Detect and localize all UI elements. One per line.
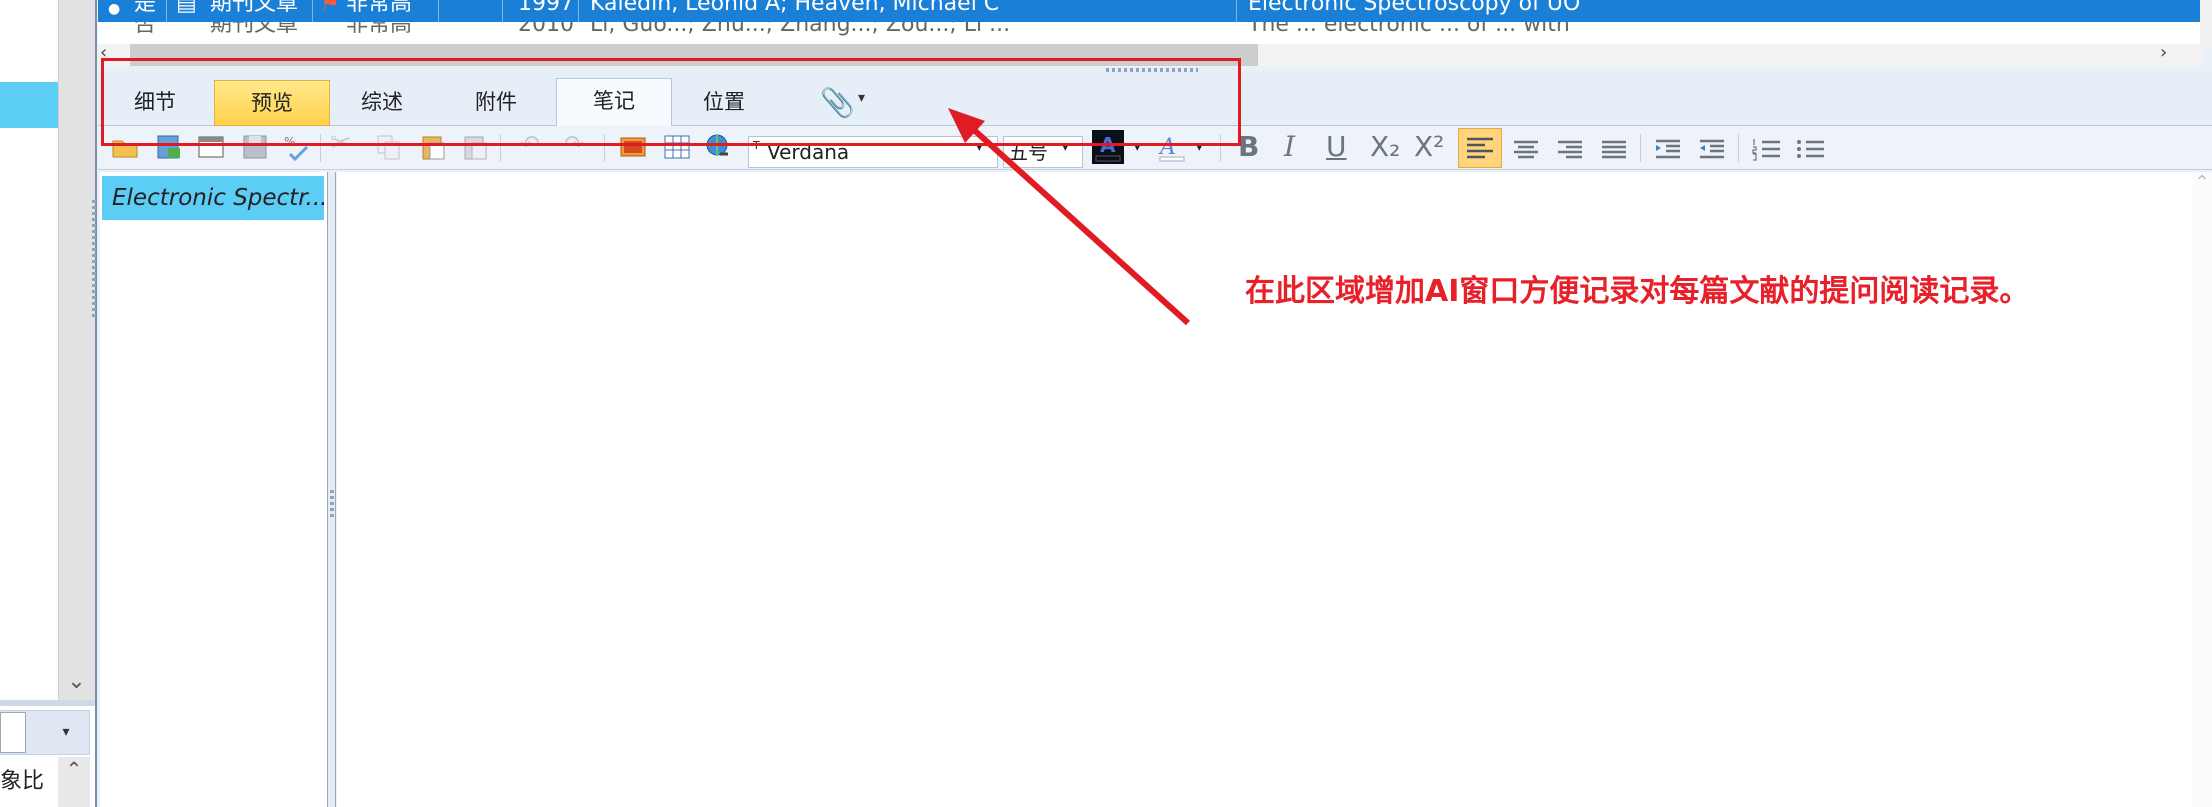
scroll-up-icon[interactable]: ⌃	[58, 757, 90, 807]
cell-authors: Li, Guo...; Zhu...; Zhang...; Zou...; Li…	[590, 22, 1011, 37]
superscript-button[interactable]: X²	[1414, 130, 1444, 163]
indent-icon[interactable]	[1650, 132, 1686, 166]
bullet-icon: ●	[108, 1, 121, 17]
splitter-grip[interactable]	[92, 200, 96, 320]
cell-year: 1997	[518, 0, 574, 16]
align-left-icon	[1467, 137, 1493, 159]
underline-button[interactable]: U	[1326, 130, 1347, 163]
dropdown-arrow-icon[interactable]: ▾	[56, 712, 76, 752]
scroll-right-icon[interactable]: ›	[2160, 42, 2180, 64]
cell-rating: 非常高	[346, 22, 413, 37]
left-footer-label: 象比	[0, 769, 45, 794]
numbered-list-icon[interactable]	[1748, 132, 1784, 166]
cell-type: 期刊文章	[210, 22, 299, 37]
bold-button[interactable]: B	[1238, 130, 1259, 163]
cell-title: Electronic Spectroscopy of UO	[1248, 0, 1581, 16]
left-vertical-scrollbar[interactable]	[58, 0, 95, 700]
left-combo-input[interactable]	[0, 712, 26, 753]
left-selected-item[interactable]	[0, 82, 58, 128]
cell-type: 期刊文章	[210, 0, 299, 16]
align-right-icon[interactable]	[1552, 132, 1588, 166]
list-vertical-scrollbar[interactable]	[2200, 0, 2212, 48]
italic-button[interactable]: I	[1284, 130, 1295, 163]
scroll-down-icon[interactable]: ⌄	[58, 664, 95, 700]
bulleted-list-icon[interactable]	[1792, 132, 1828, 166]
cell-title: The ... electronic ... of ... with	[1248, 22, 1570, 37]
table-row-selected[interactable]: ● 是 ▤ 期刊文章 ⚑ 非常高 1997 Kaledin, Leonid A;…	[98, 0, 2200, 22]
cell-year: 2010	[518, 22, 574, 37]
splitter-grip[interactable]	[330, 490, 334, 520]
document-icon: ▤	[176, 0, 197, 16]
align-left-button[interactable]	[1458, 128, 1502, 168]
notes-topic-list	[100, 172, 328, 807]
subscript-button[interactable]: X₂	[1370, 130, 1400, 163]
left-divider[interactable]	[0, 700, 95, 706]
outdent-icon[interactable]	[1694, 132, 1730, 166]
highlight-box	[101, 58, 1241, 146]
align-center-icon[interactable]	[1508, 132, 1544, 166]
cell-read: 是	[134, 0, 157, 16]
list-item[interactable]: Electronic Spectr...	[102, 176, 324, 220]
align-justify-icon[interactable]	[1596, 132, 1632, 166]
editor-scrollbar[interactable]: ⌃	[2192, 172, 2212, 807]
annotation-text: 在此区域增加AI窗口方便记录对每篇文献的提问阅读记录。	[1245, 274, 2030, 309]
flag-icon: ⚑	[320, 0, 340, 16]
cell-read: 否	[134, 22, 157, 37]
cell-authors: Kaledin, Leonid A; Heaven, Michael C	[590, 0, 1000, 16]
cell-rating: 非常高	[346, 0, 413, 16]
